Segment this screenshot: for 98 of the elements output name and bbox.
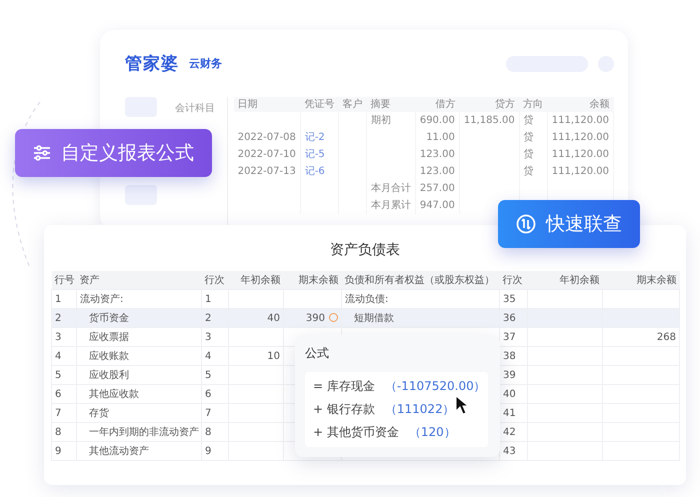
- table-cell: 39: [503, 370, 516, 380]
- column-header: 期末余额: [284, 271, 342, 290]
- table-cell: 贷: [519, 163, 548, 180]
- table-cell: 9: [205, 446, 212, 456]
- table-cell: 6: [205, 388, 212, 400]
- column-header: 客户: [338, 97, 366, 112]
- column-header: 行号: [52, 271, 76, 290]
- column-header: 资产: [76, 271, 202, 290]
- table-cell: 本月累计: [366, 197, 416, 214]
- table-cell: 本月合计: [366, 180, 416, 197]
- table-cell: 2: [55, 312, 62, 324]
- formula-line: + 银行存款 （111022）: [313, 401, 455, 418]
- formula-line: + 其他货币资金 （120）: [313, 424, 456, 441]
- column-header: 余额: [547, 97, 614, 112]
- table-cell: 257.00: [415, 180, 460, 197]
- table-cell: 11,185.00: [459, 112, 520, 129]
- table-cell: 应收票据: [89, 332, 129, 343]
- table-cell: 11.00: [415, 129, 460, 146]
- table-cell: 9: [55, 446, 62, 456]
- table-cell: 947.00: [415, 197, 460, 214]
- popup-title: 公式: [305, 345, 330, 362]
- column-header: 借方: [415, 97, 460, 112]
- table-cell: 期初: [366, 112, 416, 129]
- table-cell: 其他应收款: [89, 389, 139, 400]
- table-cell: 43: [503, 446, 516, 456]
- column-header: 日期: [234, 97, 300, 112]
- table-cell: 6: [55, 388, 62, 400]
- table-cell: 贷: [519, 129, 548, 146]
- report-title: 资产负债表: [329, 241, 401, 259]
- badge-label: 自定义报表公式: [61, 141, 194, 166]
- table-cell: 38: [503, 350, 516, 362]
- table-cell: 42: [503, 426, 516, 438]
- table-cell: 1: [55, 294, 62, 304]
- table-cell: 10: [267, 350, 280, 362]
- table-cell: 其他流动资产: [89, 446, 149, 457]
- table-cell: 应收股利: [89, 370, 129, 381]
- table-cell: 123.00: [415, 146, 460, 163]
- table-cell: 货币资金: [89, 313, 129, 324]
- table-cell: 111,120.00: [547, 112, 614, 129]
- table-cell: 存货: [89, 408, 109, 419]
- badge-label: 快速联查: [546, 212, 622, 237]
- table-cell: 4: [205, 350, 212, 362]
- sidebar-item[interactable]: [125, 185, 157, 205]
- table-cell: 2022-07-08: [234, 129, 300, 146]
- table-cell: 贷: [519, 112, 548, 129]
- table-cell: 流动负债:: [345, 294, 388, 305]
- column-header: 期末余额: [602, 271, 680, 290]
- table-cell: 7: [205, 408, 212, 418]
- column-header: 摘要: [366, 97, 416, 112]
- column-header: 贷方: [459, 97, 520, 112]
- voucher-link[interactable]: 记-5: [300, 146, 338, 163]
- table-cell: 1: [205, 294, 212, 304]
- column-header: 年初余额: [228, 271, 284, 290]
- table-cell: 40: [503, 388, 516, 400]
- table-cell: 应收账款: [89, 351, 129, 362]
- table-cell: 5: [55, 370, 62, 380]
- table-cell: 111,120.00: [547, 129, 614, 146]
- table-cell: 3: [205, 332, 212, 342]
- table-cell: 短期借款: [354, 313, 394, 324]
- table-cell: 41: [503, 408, 516, 418]
- table-cell: 2: [205, 312, 212, 324]
- table-cell: 5: [205, 370, 212, 380]
- alert-icon[interactable]: [329, 313, 338, 322]
- logo-text: 管家婆: [125, 53, 179, 75]
- table-cell: 268: [656, 332, 676, 342]
- voucher-link[interactable]: 记-6: [300, 163, 338, 180]
- voucher-link[interactable]: 记-2: [300, 129, 338, 146]
- table-cell: 2022-07-13: [234, 163, 300, 180]
- table-cell: 8: [55, 426, 62, 438]
- table-cell: 40: [267, 312, 280, 324]
- table-cell: 390: [306, 312, 325, 324]
- table-cell: 111,120.00: [547, 163, 614, 180]
- sliders-icon: [33, 145, 51, 161]
- cursor-icon: [455, 395, 469, 415]
- logo-subtitle: 云财务: [189, 56, 222, 71]
- column-header: 负债和所有者权益（或股东权益）: [342, 271, 500, 290]
- column-header: 方向: [519, 97, 548, 112]
- panel-title: 会计科目: [174, 102, 215, 115]
- table-cell: 8: [205, 426, 212, 438]
- column-header: 行次: [500, 271, 528, 290]
- table-cell: 7: [55, 408, 62, 418]
- table-cell: 流动资产:: [80, 294, 124, 305]
- table-cell: 690.00: [415, 112, 460, 129]
- table-cell: 111,120.00: [547, 146, 614, 163]
- column-header: 行次: [202, 271, 228, 290]
- exchange-icon: [516, 214, 536, 234]
- column-header: 年初余额: [528, 271, 602, 290]
- table-cell: 3: [55, 332, 62, 342]
- table-cell: 4: [55, 350, 62, 362]
- table-cell: 37: [503, 332, 516, 342]
- table-cell: 35: [503, 294, 516, 304]
- table-cell: 123.00: [415, 163, 460, 180]
- formula-line: = 库存现金 （-1107520.00）: [313, 378, 486, 395]
- table-cell: 一年内到期的非流动资产: [89, 427, 199, 438]
- column-header: 凭证号: [300, 97, 338, 112]
- table-cell: 贷: [519, 146, 548, 163]
- table-cell: 2022-07-10: [234, 146, 300, 163]
- table-cell: 36: [503, 312, 516, 324]
